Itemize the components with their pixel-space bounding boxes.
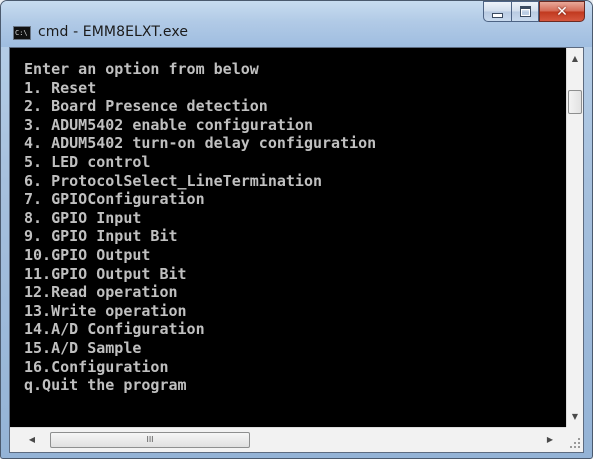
- console-line: Enter an option from below: [24, 60, 259, 78]
- close-button[interactable]: ✕: [539, 1, 585, 22]
- console-line: 6. ProtocolSelect_LineTermination: [24, 171, 323, 190]
- scroll-up-icon[interactable]: ▲: [567, 50, 583, 67]
- console-client: Enter an option from below 1. Reset 2. Boa…: [9, 47, 584, 453]
- minimize-icon: [492, 12, 503, 18]
- console-line: 12.Read operation: [24, 283, 178, 302]
- console-line: 11.GPIO Output Bit: [24, 264, 187, 283]
- console-line: 13.Write operation: [24, 301, 187, 320]
- console-window: C:\ cmd - EMM8ELXT.exe ✕ Enter an option…: [0, 0, 593, 459]
- console-line: 10.GPIO Output: [24, 246, 151, 264]
- maximize-icon: [519, 6, 531, 17]
- console-line: 15.A/D Sample: [24, 339, 142, 357]
- resize-grip-icon[interactable]: [566, 427, 583, 452]
- console-line: 9. GPIO Input Bit: [24, 227, 178, 246]
- scroll-right-icon[interactable]: ▶: [542, 432, 558, 448]
- console-line: 7. GPIOConfiguration: [24, 190, 205, 209]
- vertical-scroll-thumb[interactable]: [568, 90, 582, 114]
- console-line: 2. Board Presence detection: [24, 97, 268, 116]
- console-line: q.Quit the program: [24, 376, 187, 395]
- console-line: 4. ADUM5402 turn-on delay configuration: [24, 134, 377, 153]
- console-line: 5. LED control: [24, 153, 151, 171]
- minimize-button[interactable]: [483, 1, 511, 22]
- console-line: 8. GPIO Input: [24, 208, 142, 227]
- console-line: 1. Reset: [24, 78, 97, 97]
- console-line: 16.Configuration: [24, 357, 169, 376]
- scroll-down-icon[interactable]: ▼: [567, 408, 583, 425]
- caption-buttons: ✕: [483, 1, 585, 22]
- maximize-button[interactable]: [511, 1, 539, 22]
- console-line: 14.A/D Configuration: [24, 320, 205, 339]
- close-icon: ✕: [556, 3, 568, 20]
- scroll-left-icon[interactable]: ◀: [24, 432, 40, 448]
- console-output[interactable]: Enter an option from below 1. Reset 2. Boa…: [10, 48, 568, 427]
- title-bar[interactable]: C:\ cmd - EMM8ELXT.exe ✕: [1, 1, 592, 47]
- horizontal-scroll-thumb[interactable]: III: [50, 432, 250, 448]
- console-icon[interactable]: C:\: [13, 26, 31, 40]
- horizontal-scrollbar[interactable]: ◀ III ▶: [10, 427, 568, 452]
- console-line: 3. ADUM5402 enable configuration: [24, 115, 313, 134]
- window-title: cmd - EMM8ELXT.exe: [38, 24, 189, 40]
- vertical-scrollbar[interactable]: ▲ ▼: [566, 48, 583, 427]
